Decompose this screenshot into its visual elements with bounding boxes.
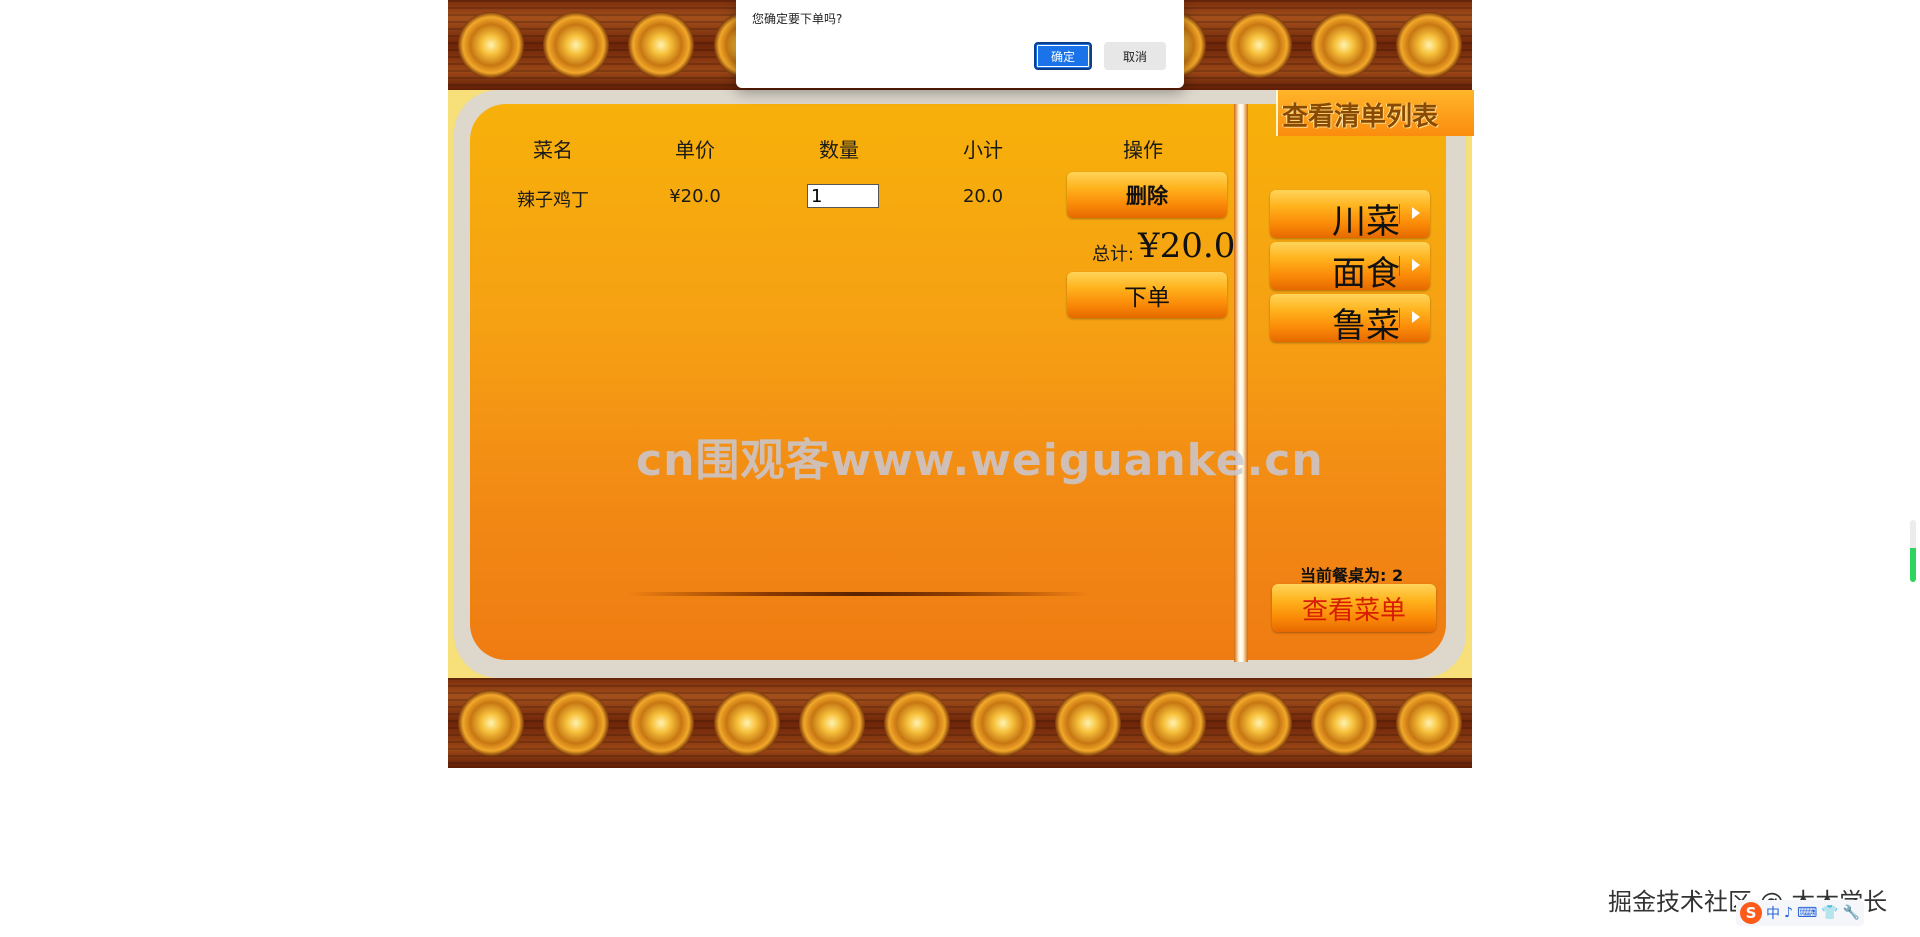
triangle-right-icon — [1412, 207, 1420, 219]
view-order-list-label: 查看清单列表 — [1282, 102, 1439, 132]
flower-ornament — [542, 690, 609, 756]
quantity-input[interactable] — [807, 184, 879, 208]
header-subtotal: 小计 — [963, 138, 1003, 162]
bottom-decorative-border — [448, 678, 1472, 768]
flower-ornament — [798, 690, 865, 756]
header-unit-price: 单价 — [675, 138, 715, 162]
category-button-noodles[interactable]: 面食 — [1270, 242, 1430, 294]
watermark-text: cn围观客www.weiguanke.cn — [636, 435, 1324, 486]
flower-ornament — [1225, 690, 1292, 756]
category-button-sichuan[interactable]: 川菜 — [1270, 190, 1430, 242]
category-separator — [1399, 204, 1400, 224]
current-table-label: 当前餐桌为: 2 — [1300, 566, 1404, 585]
cell-subtotal: 20.0 — [962, 186, 1004, 207]
confirm-dialog: 您确定要下单吗? 确定 取消 — [736, 0, 1184, 88]
flower-ornament — [628, 12, 695, 78]
music-icon[interactable]: ♪ — [1784, 905, 1793, 921]
flower-ornament — [1396, 12, 1463, 78]
place-order-button[interactable]: 下单 — [1067, 272, 1227, 318]
triangle-right-icon — [1412, 259, 1420, 271]
panel-divider — [1234, 104, 1248, 662]
dialog-cancel-button[interactable]: 取消 — [1104, 42, 1166, 70]
dialog-ok-button[interactable]: 确定 — [1034, 42, 1092, 70]
flower-ornament — [884, 690, 951, 756]
skin-icon[interactable]: 👕 — [1821, 905, 1838, 921]
view-menu-button[interactable]: 查看菜单 — [1272, 584, 1436, 632]
category-separator — [1399, 308, 1400, 328]
scroll-indicator[interactable] — [1910, 520, 1916, 582]
total-amount: ¥20.0 — [1138, 226, 1236, 266]
flower-ornament — [1310, 690, 1377, 756]
flower-ornament — [1140, 690, 1207, 756]
triangle-right-icon — [1412, 311, 1420, 323]
category-label: 鲁菜 — [1332, 306, 1400, 346]
flower-ornament — [628, 690, 695, 756]
cell-dish-name: 辣子鸡丁 — [517, 190, 589, 211]
category-label: 面食 — [1332, 254, 1400, 294]
tools-icon[interactable]: 🔧 — [1843, 905, 1860, 921]
ime-toolbar[interactable]: S 中 ♪ ⌨ 👕 🔧 — [1736, 900, 1865, 926]
cell-unit-price: ¥20.0 — [669, 186, 721, 207]
flower-ornament — [457, 690, 524, 756]
header-dish-name: 菜名 — [533, 138, 573, 162]
chinese-mode-icon[interactable]: 中 — [1766, 903, 1780, 923]
sogou-logo-icon[interactable]: S — [1740, 902, 1762, 924]
category-label: 川菜 — [1332, 202, 1400, 242]
keyboard-icon[interactable]: ⌨ — [1797, 905, 1817, 921]
flower-ornament — [542, 12, 609, 78]
header-quantity: 数量 — [819, 138, 859, 162]
flower-ornament — [713, 690, 780, 756]
total-label: 总计: — [1092, 244, 1135, 265]
delete-button[interactable]: 删除 — [1067, 172, 1227, 218]
category-button-shandong[interactable]: 鲁菜 — [1270, 294, 1430, 346]
flower-ornament — [1054, 690, 1121, 756]
view-order-list-tab[interactable]: 查看清单列表 — [1276, 90, 1474, 136]
flower-ornament — [969, 690, 1036, 756]
flower-ornament — [1396, 690, 1463, 756]
header-action: 操作 — [1123, 138, 1163, 162]
flower-ornament — [457, 12, 524, 78]
decorative-glow-line — [628, 592, 1088, 596]
category-separator — [1399, 256, 1400, 276]
flower-ornament — [1310, 12, 1377, 78]
dialog-message: 您确定要下单吗? — [752, 12, 843, 26]
flower-ornament — [1225, 12, 1292, 78]
